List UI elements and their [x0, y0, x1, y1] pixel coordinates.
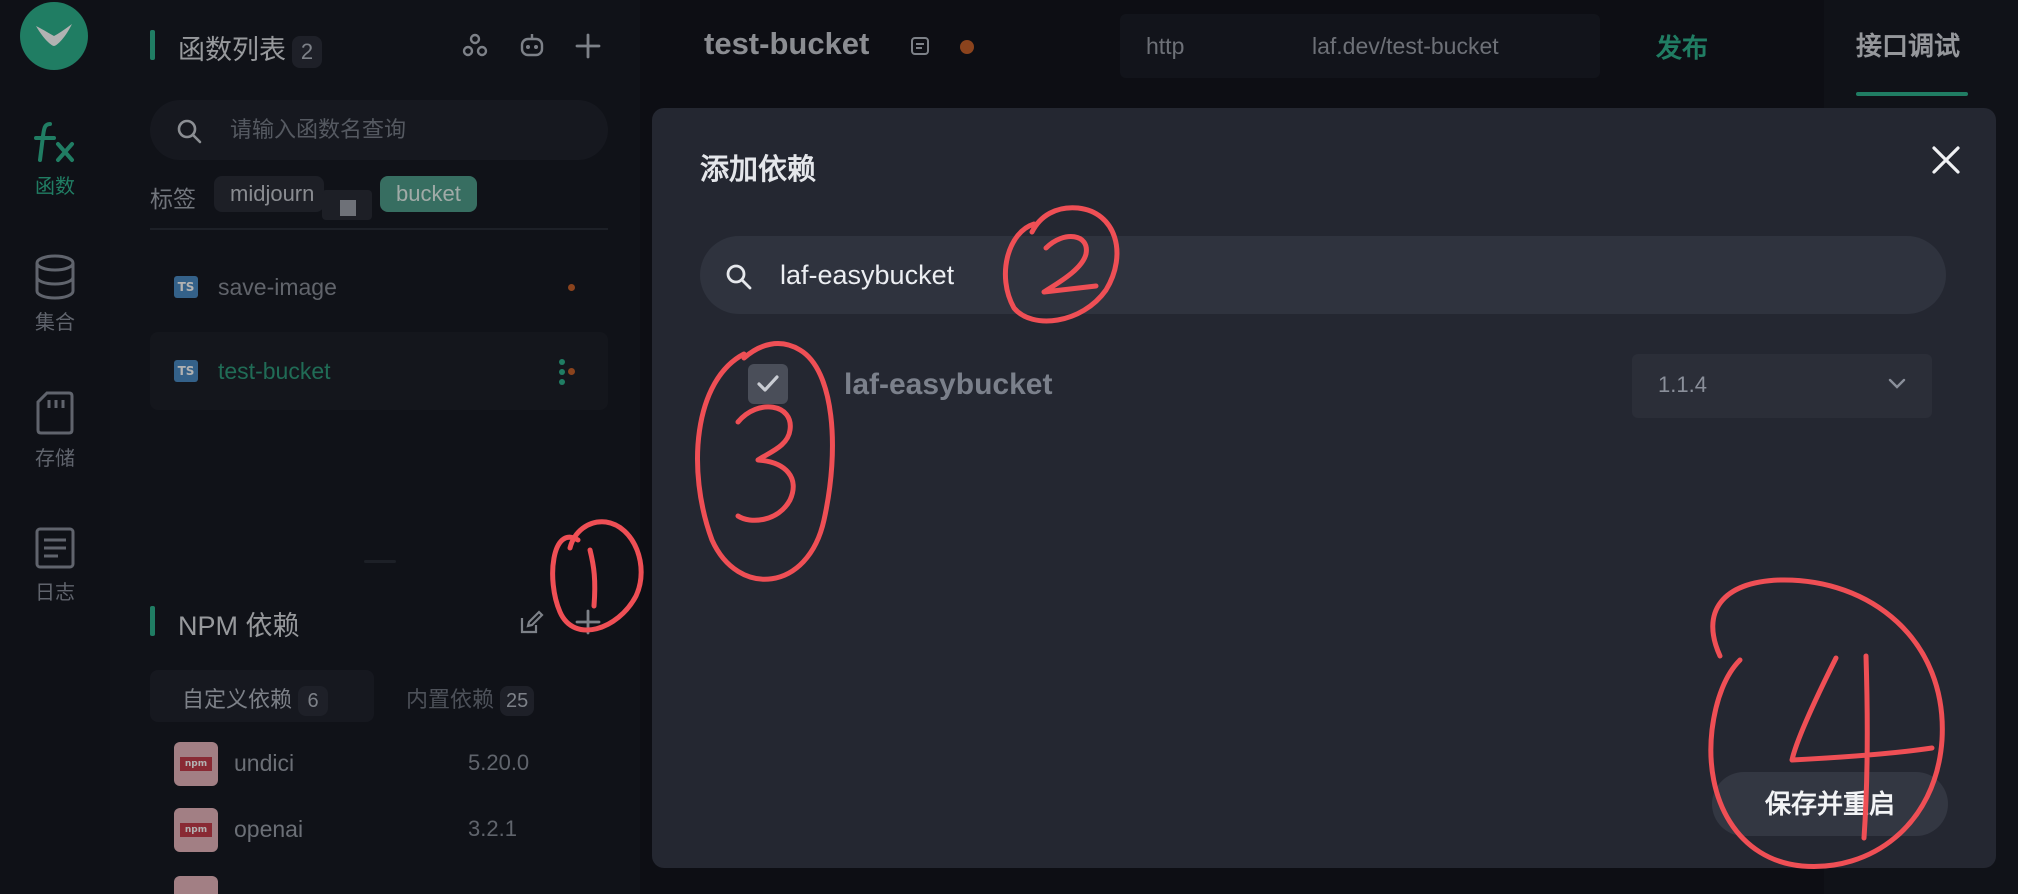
result-package-name: laf-easybucket	[844, 368, 1053, 401]
close-icon[interactable]	[1926, 140, 1966, 180]
add-dependency-modal: 添加依赖 laf-easybucket 1.1.4 保存并重启	[652, 108, 1996, 868]
chevron-down-icon	[1888, 378, 1906, 389]
dependency-search-box[interactable]	[700, 236, 1946, 314]
dependency-search-input[interactable]	[780, 236, 1880, 314]
version-value: 1.1.4	[1658, 372, 1707, 397]
check-icon	[757, 375, 779, 392]
app-root: 函数 集合 存储 日志 函数列表2 标签 midjourn bucket TS …	[0, 0, 2018, 894]
save-and-restart-button[interactable]: 保存并重启	[1712, 772, 1948, 836]
version-select[interactable]: 1.1.4	[1632, 354, 1932, 418]
package-checkbox[interactable]	[748, 364, 788, 404]
modal-title: 添加依赖	[700, 154, 817, 186]
search-icon	[726, 264, 752, 290]
